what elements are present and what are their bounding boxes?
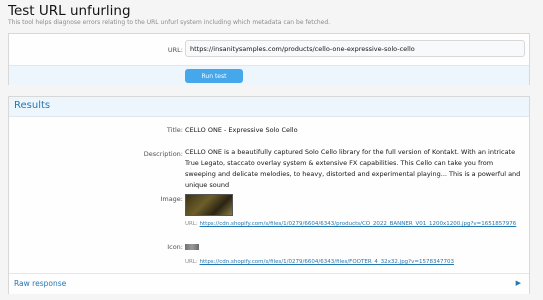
title-label: Title: — [166, 126, 183, 134]
description-label: Description: — [143, 150, 183, 158]
url-row: URL: — [9, 34, 529, 65]
preview-image[interactable] — [185, 194, 233, 216]
page-title: Test URL unfurling — [8, 3, 131, 19]
results-panel: Results Title: CELLO ONE - Expressive So… — [8, 96, 530, 294]
url-label: URL: — [167, 46, 183, 54]
url-input[interactable] — [185, 40, 525, 57]
raw-response-row[interactable]: Raw response ▶ — [9, 273, 529, 294]
icon-url-link[interactable]: https://cdn.shopify.com/s/files/1/0279/6… — [200, 259, 454, 265]
form-footer: Run test — [9, 65, 529, 85]
image-url-link[interactable]: https://cdn.shopify.com/s/files/1/0279/6… — [200, 221, 517, 227]
icon-url-line: URL: https://cdn.shopify.com/s/files/1/0… — [185, 259, 454, 265]
icon-label: Icon: — [167, 243, 183, 251]
chevron-right-icon: ▶ — [515, 279, 521, 287]
results-heading: Results — [14, 100, 51, 111]
results-body: Title: CELLO ONE - Expressive Solo Cello… — [9, 117, 529, 272]
run-test-button[interactable]: Run test — [185, 69, 243, 83]
title-value: CELLO ONE - Expressive Solo Cello — [185, 126, 298, 134]
description-value: CELLO ONE is a beautifully captured Solo… — [185, 148, 521, 189]
results-header: Results — [9, 97, 529, 117]
raw-response-link[interactable]: Raw response — [14, 279, 66, 288]
test-form: URL: Run test — [8, 33, 530, 85]
page-description: This tool helps diagnose errors relating… — [8, 19, 331, 26]
image-label: Image: — [160, 195, 183, 203]
icon-url-prefix: URL: — [185, 259, 198, 265]
preview-icon[interactable] — [185, 244, 199, 250]
image-url-prefix: URL: — [185, 221, 198, 227]
image-url-line: URL: https://cdn.shopify.com/s/files/1/0… — [185, 221, 516, 227]
